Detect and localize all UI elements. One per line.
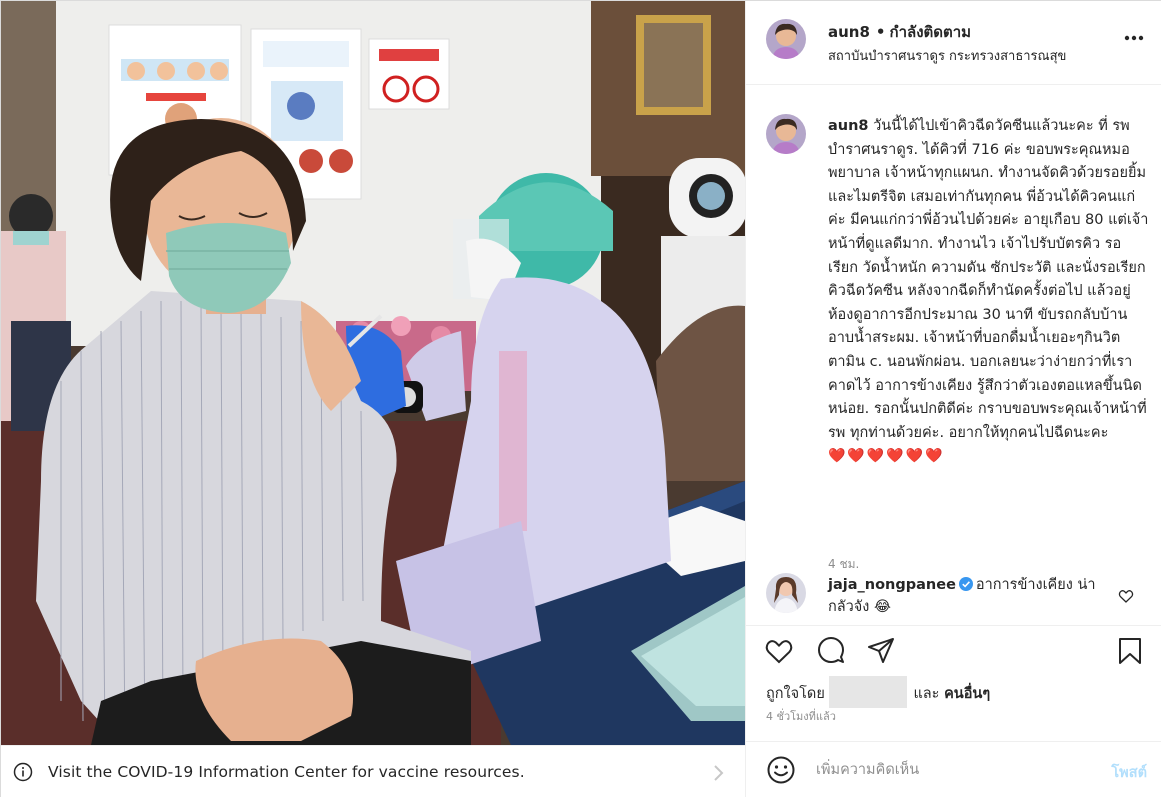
caption-username[interactable]: aun8 (828, 118, 869, 134)
caption-hearts: ❤️❤️❤️❤️❤️❤️ (828, 448, 945, 465)
author-username[interactable]: aun8 (828, 23, 870, 41)
covid-banner-text: Visit the COVID-19 Information Center fo… (48, 763, 525, 781)
add-comment-section: โพสต์ (746, 741, 1161, 797)
author-avatar[interactable] (766, 19, 806, 59)
heart-outline-icon[interactable] (764, 636, 794, 666)
likes-others-link[interactable]: คนอื่นๆ (944, 686, 990, 702)
post-header: aun8 • กำลังติดตาม สถาบันบำราศนราดูร กระทร… (746, 1, 1161, 85)
likes-joiner: และ (913, 686, 945, 702)
caption-body: วันนี้ได้ไปเข้าคิวฉีดวัคซีนแล้วนะคะ ที่ … (828, 118, 1149, 441)
post-photo[interactable] (1, 1, 745, 745)
caption-text: aun8 วันนี้ได้ไปเข้าคิวฉีดวัคซีนแล้วนะคะ… (828, 115, 1150, 470)
verified-badge-icon (958, 577, 973, 591)
comment-text: jaja_nongpanee อาการข้างเคียง น่ากลัวจัง … (828, 574, 1098, 618)
covid-info-banner[interactable]: Visit the COVID-19 Information Center fo… (1, 745, 745, 797)
instagram-post: Visit the COVID-19 Information Center fo… (0, 0, 1161, 797)
info-circle-icon (13, 762, 33, 782)
following-button[interactable]: กำลังติดตาม (890, 23, 972, 41)
more-options-icon[interactable] (1123, 34, 1145, 42)
comment-input[interactable] (816, 756, 1096, 784)
paper-plane-icon[interactable] (866, 636, 896, 666)
commenter-username[interactable]: jaja_nongpanee (828, 577, 956, 593)
post-location[interactable]: สถาบันบำราศนราดูร กระทรวงสาธารณสุข (828, 45, 1066, 66)
commenter-avatar[interactable] (766, 573, 806, 613)
comments-area[interactable]: aun8 วันนี้ได้ไปเข้าคิวฉีดวัคซีนแล้วนะคะ… (746, 85, 1161, 625)
heart-outline-icon[interactable] (1118, 588, 1134, 604)
likes-prefix: ถูกใจโดย (766, 686, 830, 702)
caption-time[interactable]: 4 ชม. (828, 555, 859, 574)
header-user-line: aun8 • กำลังติดตาม (828, 20, 971, 44)
action-bar (746, 625, 1161, 675)
dot-separator: • (875, 23, 886, 41)
chevron-right-icon (714, 765, 724, 781)
likes-summary: ถูกใจโดย และ คนอื่นๆ (766, 676, 990, 708)
smiley-icon[interactable] (766, 755, 796, 785)
blurred-username (829, 676, 908, 708)
bookmark-icon[interactable] (1115, 636, 1145, 666)
post-sidebar: aun8 • กำลังติดตาม สถาบันบำราศนราดูร กระทร… (745, 1, 1161, 797)
comment-bubble-icon[interactable] (816, 636, 846, 666)
post-comment-button[interactable]: โพสต์ (1111, 761, 1147, 784)
post-timestamp[interactable]: 4 ชั่วโมงที่แล้ว (766, 707, 836, 725)
caption-avatar[interactable] (766, 114, 806, 154)
vaccination-photo (1, 1, 745, 745)
